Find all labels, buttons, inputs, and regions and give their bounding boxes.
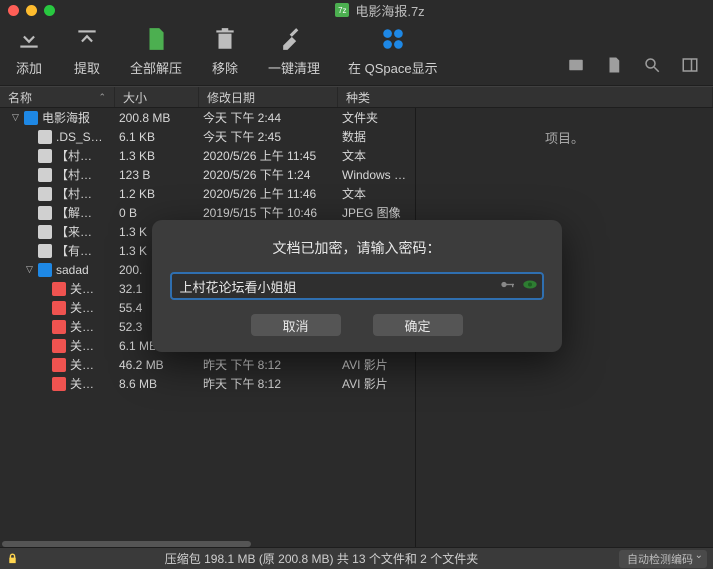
cancel-button[interactable]: 取消 (251, 314, 341, 336)
modal-overlay: 文档已加密，请输入密码： 取消 确定 (0, 0, 713, 569)
password-dialog: 文档已加密，请输入密码： 取消 确定 (152, 220, 562, 352)
ok-button[interactable]: 确定 (373, 314, 463, 336)
eye-icon[interactable] (522, 279, 538, 294)
password-input[interactable] (170, 272, 544, 300)
key-icon[interactable] (500, 279, 516, 294)
dialog-title: 文档已加密，请输入密码： (170, 238, 544, 258)
